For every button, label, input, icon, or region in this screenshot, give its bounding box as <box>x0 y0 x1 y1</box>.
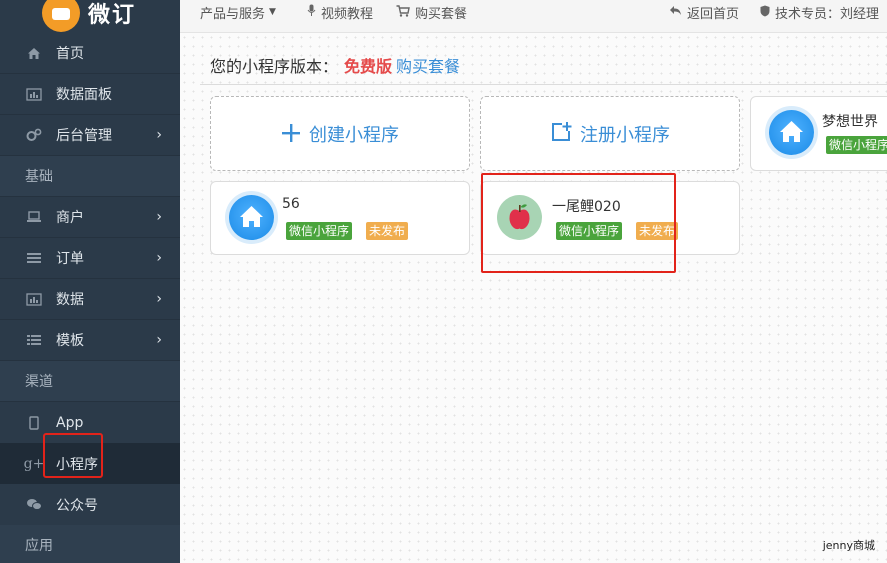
sidebar-item-merchant[interactable]: 商户 › <box>0 197 180 238</box>
logo[interactable]: 微订 <box>42 0 136 32</box>
comments-icon <box>25 498 43 512</box>
create-miniprogram-button[interactable]: 创建小程序 <box>210 96 470 171</box>
sidebar: 微订 首页 数据面板 后台管理 › 基础 商户 › 订单 › 数据 › 模板 ›… <box>0 0 180 563</box>
version-label: 您的小程序版本： <box>210 57 339 76</box>
divider <box>200 84 887 85</box>
annotation-highlight-box <box>481 173 676 273</box>
logo-text: 微订 <box>88 3 137 28</box>
sidebar-item-label: 数据 <box>56 292 84 308</box>
sidebar-item-data[interactable]: 数据 › <box>0 279 180 320</box>
platform-badge: 微信小程序 <box>826 136 887 154</box>
products-menu-label: 产品与服务 <box>200 6 266 22</box>
platform-badge: 微信小程序 <box>286 222 353 240</box>
list-icon <box>25 251 43 265</box>
sidebar-item-official-account[interactable]: 公众号 <box>0 484 180 525</box>
buy-package-link[interactable]: 购买套餐 <box>396 3 468 22</box>
caret-down-icon: ▼ <box>269 7 276 17</box>
laptop-icon <box>25 210 43 224</box>
tablet-icon <box>25 415 43 430</box>
main-content: 您的小程序版本： 免费版 购买套餐 创建小程序 注册小程序 梦想世界 微信小程序 5… <box>180 33 887 563</box>
status-badge: 未发布 <box>366 222 409 240</box>
buy-package-button[interactable]: 购买套餐 <box>396 57 460 76</box>
chart-icon <box>25 292 43 306</box>
watermark: jenny商城 <box>822 539 875 552</box>
back-home-label: 返回首页 <box>687 6 740 22</box>
sidebar-item-label: 首页 <box>56 46 84 62</box>
sidebar-item-label: 公众号 <box>56 497 98 514</box>
app-name: 56 <box>282 196 300 212</box>
plus-icon <box>281 117 301 150</box>
support-contact[interactable]: 技术专员：刘经理 <box>760 3 880 22</box>
logo-icon <box>42 0 80 32</box>
sidebar-item-label: 后台管理 <box>56 128 112 144</box>
shield-icon <box>760 5 770 20</box>
create-miniprogram-label: 创建小程序 <box>309 124 399 146</box>
buy-package-label: 购买套餐 <box>415 6 468 22</box>
video-tutorial-label: 视频教程 <box>321 6 374 22</box>
home-icon <box>229 195 274 240</box>
sidebar-nav: 首页 数据面板 后台管理 › 基础 商户 › 订单 › 数据 › 模板 › 渠道… <box>0 33 180 563</box>
home-icon <box>25 46 43 60</box>
chevron-right-icon: › <box>156 332 162 348</box>
sidebar-item-label: 模板 <box>56 333 84 349</box>
sidebar-item-admin[interactable]: 后台管理 › <box>0 115 180 156</box>
chart-icon <box>25 87 43 101</box>
sidebar-section-channels: 渠道 <box>0 361 180 402</box>
chevron-right-icon: › <box>156 250 162 266</box>
version-info: 您的小程序版本： 免费版 购买套餐 <box>210 53 460 77</box>
google-plus-icon: g+ <box>23 455 45 472</box>
app-card-dream-world[interactable]: 梦想世界 微信小程序 <box>750 96 887 171</box>
sidebar-section-apps: 应用 <box>0 525 180 563</box>
reply-icon <box>669 5 682 19</box>
sidebar-item-orders[interactable]: 订单 › <box>0 238 180 279</box>
cart-icon <box>396 4 410 20</box>
sidebar-item-home[interactable]: 首页 <box>0 33 180 74</box>
sidebar-item-templates[interactable]: 模板 › <box>0 320 180 361</box>
sidebar-item-label: 订单 <box>56 251 84 267</box>
products-menu[interactable]: 产品与服务 ▼ <box>200 3 276 22</box>
chevron-right-icon: › <box>156 291 162 307</box>
video-tutorial-link[interactable]: 视频教程 <box>307 3 374 22</box>
app-name: 梦想世界 <box>822 114 878 130</box>
sidebar-item-label: App <box>56 414 84 431</box>
back-home-link[interactable]: 返回首页 <box>669 3 740 22</box>
version-value: 免费版 <box>344 57 393 76</box>
plus-square-icon <box>550 117 572 150</box>
support-label: 技术专员：刘经理 <box>775 6 880 22</box>
gears-icon <box>25 128 43 142</box>
microphone-icon <box>307 4 316 20</box>
register-miniprogram-label: 注册小程序 <box>580 124 670 146</box>
sidebar-item-label: 商户 <box>56 210 84 226</box>
home-icon <box>769 110 814 155</box>
app-card-56[interactable]: 56 微信小程序 未发布 <box>210 181 470 255</box>
chevron-right-icon: › <box>156 127 162 143</box>
sidebar-item-label: 数据面板 <box>56 87 112 103</box>
register-miniprogram-button[interactable]: 注册小程序 <box>480 96 740 171</box>
chevron-right-icon: › <box>156 209 162 225</box>
th-list-icon <box>25 333 43 347</box>
annotation-highlight-box <box>43 433 103 478</box>
topbar: 产品与服务 ▼ 视频教程 购买套餐 返回首页 技术专员：刘经理 <box>180 0 887 33</box>
sidebar-item-dashboard[interactable]: 数据面板 <box>0 74 180 115</box>
sidebar-section-basic: 基础 <box>0 156 180 197</box>
